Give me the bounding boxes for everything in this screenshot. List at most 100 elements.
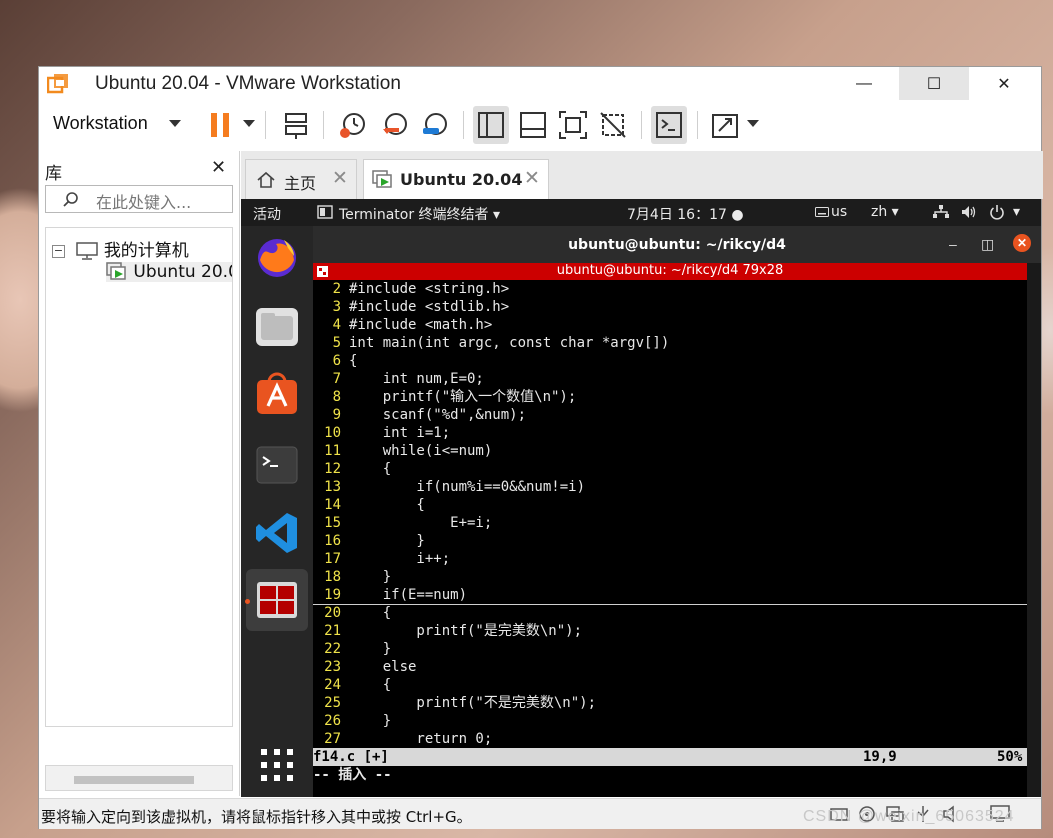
collapse-toggle-icon[interactable]: − (52, 244, 65, 258)
code-line: 13 if(num%i==0&&num!=i) (313, 478, 1027, 496)
workstation-menu[interactable]: Workstation (53, 113, 148, 134)
code-line: 17 i++; (313, 550, 1027, 568)
stretch-guest-icon[interactable] (709, 109, 741, 141)
code-line: 6{ (313, 352, 1027, 370)
vm-running-icon (106, 262, 126, 280)
thumbnail-bar-icon[interactable] (517, 109, 549, 141)
code-line: 3 #include <stdlib.h> (313, 298, 1027, 316)
full-screen-icon[interactable] (557, 109, 589, 141)
keyboard-icon (815, 207, 829, 217)
clock[interactable]: 7月4日 16：17 ● (627, 204, 744, 224)
code-text: if(num%i==0&&num!=i) (349, 479, 586, 495)
scrollbar-thumb[interactable] (74, 776, 194, 784)
code-text: } (349, 641, 392, 657)
show-applications-icon[interactable] (254, 742, 300, 788)
app-menu[interactable]: Terminator 终端终结者 ▾ (339, 204, 500, 224)
tab-ubuntu-close-icon[interactable]: ✕ (524, 167, 540, 190)
power-menu-caret-icon[interactable] (243, 120, 255, 127)
power-icon[interactable] (989, 204, 1005, 220)
code-line: 14 { (313, 496, 1027, 514)
vim-status-line: f14.c [+] 19,9 50% (313, 748, 1027, 766)
terminal-window-title: ubuntu@ubuntu: ~/rikcy/d4 (568, 237, 786, 253)
firefox-icon[interactable] (254, 234, 300, 280)
line-number: 7 (332, 371, 341, 387)
code-text: printf("是完美数\n"); (349, 623, 583, 639)
minimize-button[interactable]: — (829, 67, 899, 100)
library-tree: − 我的计算机 Ubuntu 20.04 (45, 227, 233, 727)
terminal-close-button[interactable]: ✕ (1013, 234, 1031, 252)
line-number: 21 (324, 623, 341, 639)
pause-icon[interactable] (205, 109, 237, 141)
system-menu-caret-icon[interactable]: ▾ (1013, 204, 1020, 220)
terminal-minimize-button[interactable]: – (949, 236, 957, 252)
vim-editor[interactable]: 2 #include <string.h> 3 #include <stdlib.h>… (313, 280, 1027, 748)
maximize-button[interactable]: ☐ (899, 67, 969, 100)
terminal-header-bar[interactable]: ubuntu@ubuntu: ~/rikcy/d4 – ◫ ✕ (313, 226, 1041, 263)
terminal-restore-button[interactable]: ◫ (981, 236, 994, 253)
line-number: 24 (324, 677, 341, 693)
running-indicator (245, 599, 250, 604)
code-line: 12 { (313, 460, 1027, 478)
network-icon[interactable] (933, 205, 949, 219)
code-line: 20 { (313, 604, 1027, 622)
unity-mode-icon[interactable] (597, 109, 629, 141)
tree-label-ubuntu: Ubuntu 20.04 (133, 262, 232, 282)
code-line: 4 #include <math.h> (313, 316, 1027, 334)
software-center-icon[interactable] (254, 372, 300, 418)
keyboard-layout[interactable]: us (831, 204, 847, 220)
terminal-scrollbar[interactable] (1027, 263, 1041, 797)
library-horizontal-scrollbar[interactable] (45, 765, 233, 791)
status-message: 要将输入定向到该虚拟机，请将鼠标指针移入其中或按 Ctrl+G。 (41, 808, 472, 826)
input-method-menu[interactable]: zh ▾ (871, 204, 899, 220)
snapshot-icon[interactable] (337, 109, 369, 141)
vscode-icon[interactable] (254, 510, 300, 556)
vim-scroll-percent: 50% (997, 749, 1023, 765)
title-bar[interactable]: Ubuntu 20.04 - VMware Workstation — ☐ ✕ (39, 67, 1041, 101)
code-text: #include <string.h> (349, 281, 510, 297)
line-number: 17 (324, 551, 341, 567)
vm-console[interactable]: 活动 Terminator 终端终结者 ▾ 7月4日 16：17 ● us zh… (241, 199, 1041, 797)
code-text: { (349, 677, 392, 693)
code-text: int main(int argc, const char *argv[]) (349, 335, 670, 351)
tree-item-my-computer[interactable]: − 我的计算机 (52, 236, 189, 261)
files-icon[interactable] (254, 304, 300, 350)
line-number: 26 (324, 713, 341, 729)
tab-home-close-icon[interactable]: ✕ (332, 167, 348, 190)
tab-ubuntu[interactable]: Ubuntu 20.04 ✕ (363, 159, 549, 199)
main-toolbar: Workstation (39, 103, 1041, 147)
toolbar-separator (265, 111, 266, 139)
code-line: 22 } (313, 640, 1027, 658)
console-view-icon[interactable] (653, 109, 685, 141)
close-button[interactable]: ✕ (969, 67, 1039, 100)
library-search-input[interactable]: 在此处键入... (45, 185, 233, 213)
search-icon (63, 192, 78, 207)
activities-button[interactable]: 活动 (253, 204, 281, 224)
tree-item-ubuntu[interactable]: Ubuntu 20.04 (106, 262, 232, 282)
line-number: 16 (324, 533, 341, 549)
code-line: 19 if(E==num) (313, 586, 1027, 604)
volume-icon[interactable] (961, 205, 977, 219)
library-close-icon[interactable]: ✕ (211, 157, 226, 178)
code-text: { (349, 353, 358, 369)
terminator-window: ubuntu@ubuntu: ~/rikcy/d4 – ◫ ✕ ubuntu@u… (313, 226, 1041, 797)
terminal-icon[interactable] (254, 442, 300, 488)
code-text: } (349, 713, 392, 729)
line-number: 4 (332, 317, 341, 333)
vmware-logo-icon (47, 74, 68, 94)
vm-running-icon (372, 170, 392, 188)
show-library-icon[interactable] (475, 109, 507, 141)
revert-snapshot-icon[interactable] (379, 109, 411, 141)
line-number: 9 (332, 407, 341, 423)
snapshot-manager-icon[interactable] (419, 109, 451, 141)
library-panel: 库 ✕ 在此处键入... − 我的计算机 Ubuntu 20.04 (39, 151, 240, 796)
workstation-menu-caret-icon[interactable] (169, 120, 181, 127)
line-number: 10 (324, 425, 341, 441)
terminator-icon[interactable] (254, 577, 300, 623)
code-text: E+=i; (349, 515, 493, 531)
send-keys-icon[interactable] (281, 109, 313, 141)
computer-icon (76, 242, 99, 260)
line-number: 18 (324, 569, 341, 585)
tab-home[interactable]: 主页 ✕ (245, 159, 357, 199)
vim-filename: f14.c [+] (313, 749, 389, 765)
stretch-menu-caret-icon[interactable] (747, 120, 759, 127)
